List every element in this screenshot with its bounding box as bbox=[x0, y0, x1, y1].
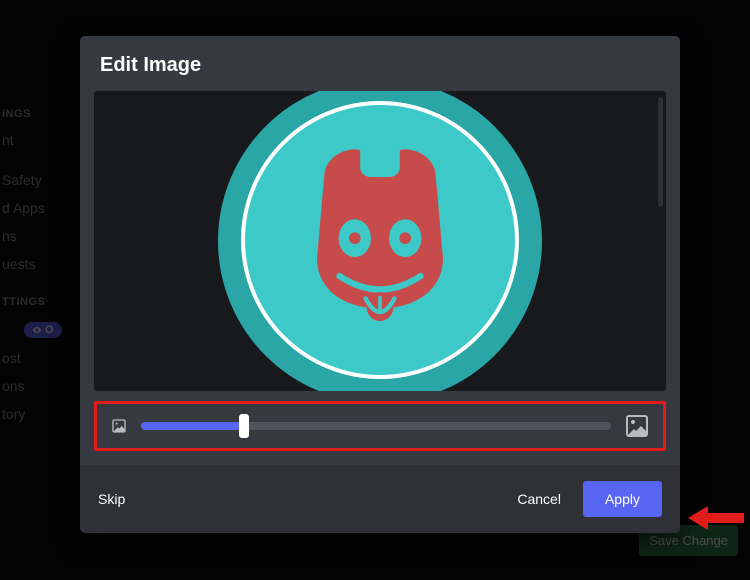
zoom-slider[interactable] bbox=[141, 422, 611, 430]
discord-logo-icon bbox=[290, 140, 470, 340]
modal-footer: Skip Cancel Apply bbox=[80, 465, 680, 533]
modal-header: Edit Image bbox=[80, 36, 680, 91]
skip-button[interactable]: Skip bbox=[98, 491, 125, 507]
zoom-slider-row bbox=[94, 401, 666, 451]
apply-button[interactable]: Apply bbox=[583, 481, 662, 517]
image-crop-area[interactable] bbox=[94, 91, 666, 391]
zoom-slider-fill bbox=[141, 422, 244, 430]
image-small-icon bbox=[111, 418, 127, 434]
edit-image-modal: Edit Image bbox=[80, 36, 680, 533]
modal-title: Edit Image bbox=[100, 54, 660, 77]
crop-preview-circle[interactable] bbox=[241, 101, 519, 379]
cancel-button[interactable]: Cancel bbox=[517, 491, 561, 507]
image-large-icon bbox=[625, 414, 649, 438]
zoom-slider-handle[interactable] bbox=[239, 414, 249, 438]
editor-scrollbar[interactable] bbox=[658, 97, 663, 207]
